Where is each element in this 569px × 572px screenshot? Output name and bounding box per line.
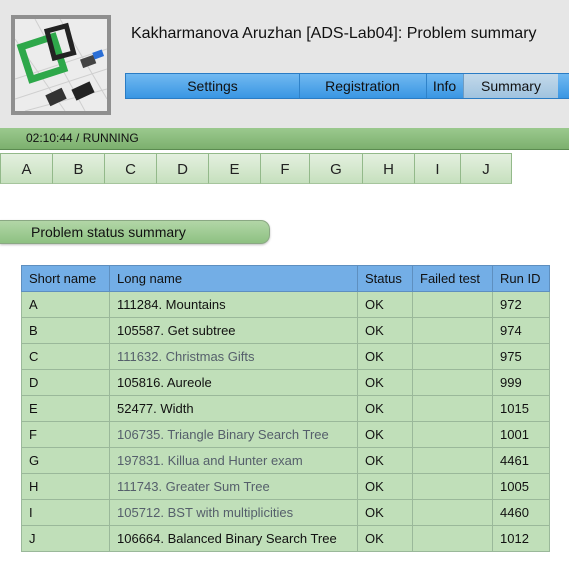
cell-status: OK: [357, 525, 413, 552]
cell-long-name-link[interactable]: 52477. Width: [109, 395, 358, 422]
tab-problem-a[interactable]: A: [0, 153, 53, 184]
table-row: J 106664. Balanced Binary Search Tree OK 10…: [21, 525, 550, 552]
cell-short-name: F: [21, 421, 110, 448]
cell-run-id-link[interactable]: 974: [492, 317, 550, 344]
table-row: I 105712. BST with multiplicities OK 4460: [21, 499, 550, 526]
cell-failed-test: [412, 369, 493, 396]
cell-short-name: A: [21, 291, 110, 318]
cell-short-name: J: [21, 525, 110, 552]
table-row: G 197831. Killua and Hunter exam OK 4461: [21, 447, 550, 474]
cell-long-name-link[interactable]: 105587. Get subtree: [109, 317, 358, 344]
cell-long-name-link[interactable]: 111632. Christmas Gifts: [109, 343, 358, 370]
cell-long-name-link[interactable]: 111743. Greater Sum Tree: [109, 473, 358, 500]
table-row: C 111632. Christmas Gifts OK 975: [21, 343, 550, 370]
cell-run-id-link[interactable]: 4460: [492, 499, 550, 526]
cell-short-name: I: [21, 499, 110, 526]
cell-short-name: C: [21, 343, 110, 370]
cell-long-name-link[interactable]: 111284. Mountains: [109, 291, 358, 318]
cell-failed-test: [412, 317, 493, 344]
cell-long-name-link[interactable]: 106664. Balanced Binary Search Tree: [109, 525, 358, 552]
menu-settings[interactable]: Settings: [126, 74, 300, 98]
cell-short-name: G: [21, 447, 110, 474]
section-title: Problem status summary: [31, 224, 186, 240]
col-run-id: Run ID: [492, 265, 550, 292]
cell-status: OK: [357, 473, 413, 500]
cell-status: OK: [357, 369, 413, 396]
contest-logo-icon: [15, 19, 107, 111]
page-title: Kakharmanova Aruzhan [ADS-Lab04]: Proble…: [131, 25, 537, 42]
tab-problem-g[interactable]: G: [309, 153, 363, 184]
tab-problem-b[interactable]: B: [52, 153, 105, 184]
header: Kakharmanova Aruzhan [ADS-Lab04]: Proble…: [0, 0, 569, 128]
section-header: Problem status summary: [0, 220, 270, 244]
cell-run-id-link[interactable]: 975: [492, 343, 550, 370]
col-short-name: Short name: [21, 265, 110, 292]
cell-failed-test: [412, 421, 493, 448]
col-status: Status: [357, 265, 413, 292]
cell-run-id-link[interactable]: 999: [492, 369, 550, 396]
cell-status: OK: [357, 343, 413, 370]
cell-short-name: B: [21, 317, 110, 344]
contest-status: 02:10:44 / RUNNING: [26, 131, 139, 145]
cell-failed-test: [412, 291, 493, 318]
cell-status: OK: [357, 499, 413, 526]
cell-short-name: D: [21, 369, 110, 396]
cell-run-id-link[interactable]: 972: [492, 291, 550, 318]
cell-run-id-link[interactable]: 4461: [492, 447, 550, 474]
cell-failed-test: [412, 499, 493, 526]
cell-short-name: H: [21, 473, 110, 500]
cell-status: OK: [357, 317, 413, 344]
cell-status: OK: [357, 395, 413, 422]
cell-long-name-link[interactable]: 105712. BST with multiplicities: [109, 499, 358, 526]
tab-problem-e[interactable]: E: [208, 153, 261, 184]
cell-run-id-link[interactable]: 1012: [492, 525, 550, 552]
cell-run-id-link[interactable]: 1001: [492, 421, 550, 448]
tab-problem-d[interactable]: D: [156, 153, 209, 184]
cell-long-name-link[interactable]: 106735. Triangle Binary Search Tree: [109, 421, 358, 448]
table-row: A 111284. Mountains OK 972: [21, 291, 550, 318]
logo: [11, 15, 111, 115]
table-row: D 105816. Aureole OK 999: [21, 369, 550, 396]
cell-failed-test: [412, 395, 493, 422]
cell-failed-test: [412, 473, 493, 500]
cell-short-name: E: [21, 395, 110, 422]
col-failed-test: Failed test: [412, 265, 493, 292]
table-row: B 105587. Get subtree OK 974: [21, 317, 550, 344]
cell-run-id-link[interactable]: 1005: [492, 473, 550, 500]
table-row: F 106735. Triangle Binary Search Tree OK 10…: [21, 421, 550, 448]
cell-long-name-link[interactable]: 197831. Killua and Hunter exam: [109, 447, 358, 474]
cell-status: OK: [357, 447, 413, 474]
table-header-row: Short name Long name Status Failed test …: [21, 265, 550, 292]
status-bar: 02:10:44 / RUNNING: [0, 128, 569, 150]
table-row: E 52477. Width OK 1015: [21, 395, 550, 422]
main-menu: Settings Registration Info Summary: [125, 73, 569, 99]
tab-problem-j[interactable]: J: [460, 153, 512, 184]
menu-info[interactable]: Info: [426, 74, 463, 98]
col-long-name: Long name: [109, 265, 358, 292]
cell-failed-test: [412, 447, 493, 474]
cell-failed-test: [412, 343, 493, 370]
tab-problem-c[interactable]: C: [104, 153, 157, 184]
problem-summary-table: Short name Long name Status Failed test …: [21, 265, 550, 552]
menu-summary[interactable]: Summary: [463, 74, 558, 98]
cell-status: OK: [357, 421, 413, 448]
tab-problem-f[interactable]: F: [260, 153, 310, 184]
tab-problem-h[interactable]: H: [362, 153, 415, 184]
cell-long-name-link[interactable]: 105816. Aureole: [109, 369, 358, 396]
cell-run-id-link[interactable]: 1015: [492, 395, 550, 422]
menu-registration[interactable]: Registration: [299, 74, 427, 98]
table-row: H 111743. Greater Sum Tree OK 1005: [21, 473, 550, 500]
cell-failed-test: [412, 525, 493, 552]
tab-problem-i[interactable]: I: [414, 153, 461, 184]
cell-status: OK: [357, 291, 413, 318]
